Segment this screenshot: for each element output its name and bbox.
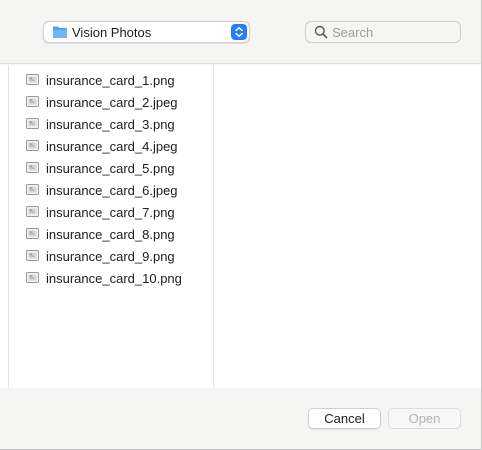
folder-icon — [53, 26, 67, 38]
image-file-icon — [26, 96, 39, 107]
file-name: insurance_card_5.png — [46, 161, 175, 176]
file-list-item[interactable]: insurance_card_5.png — [9, 157, 213, 179]
image-file-icon — [26, 74, 39, 85]
image-file-icon — [26, 228, 39, 239]
image-file-icon — [26, 118, 39, 129]
search-icon — [314, 25, 328, 39]
open-button[interactable]: Open — [388, 408, 461, 429]
search-field[interactable] — [305, 21, 461, 43]
image-file-icon — [26, 250, 39, 261]
dialog-toolbar: Vision Photos — [0, 0, 481, 64]
location-popup-button[interactable]: Vision Photos — [43, 21, 250, 43]
dialog-footer: Cancel Open — [0, 389, 481, 449]
image-file-icon — [26, 206, 39, 217]
chevron-up-down-icon — [231, 24, 247, 40]
file-column[interactable]: insurance_card_1.png insurance_card_2.jpe… — [9, 65, 214, 388]
file-name: insurance_card_1.png — [46, 73, 175, 88]
file-name: insurance_card_3.png — [46, 117, 175, 132]
image-file-icon — [26, 184, 39, 195]
file-name: insurance_card_9.png — [46, 249, 175, 264]
file-browser: insurance_card_1.png insurance_card_2.jpe… — [0, 65, 481, 388]
open-file-dialog: Vision Photos insurance_card_1.pnginsura… — [0, 0, 482, 450]
file-name: insurance_card_7.png — [46, 205, 175, 220]
image-file-icon — [26, 272, 39, 283]
previous-column[interactable] — [0, 65, 9, 388]
image-file-icon — [26, 140, 39, 151]
file-list-item[interactable]: insurance_card_8.png — [9, 223, 213, 245]
image-file-icon — [26, 162, 39, 173]
search-input[interactable] — [332, 24, 456, 40]
file-list-item[interactable]: insurance_card_6.jpeg — [9, 179, 213, 201]
file-list-item[interactable]: insurance_card_3.png — [9, 113, 213, 135]
file-name: insurance_card_6.jpeg — [46, 183, 178, 198]
file-name: insurance_card_4.jpeg — [46, 139, 178, 154]
cancel-button[interactable]: Cancel — [308, 408, 381, 429]
file-list-item[interactable]: insurance_card_4.jpeg — [9, 135, 213, 157]
file-list-item[interactable]: insurance_card_2.jpeg — [9, 91, 213, 113]
preview-column — [214, 65, 481, 388]
file-list-item[interactable]: insurance_card_10.png — [9, 267, 213, 289]
file-list-item[interactable]: insurance_card_1.png — [9, 69, 213, 91]
file-list-item[interactable]: insurance_card_7.png — [9, 201, 213, 223]
file-name: insurance_card_8.png — [46, 227, 175, 242]
file-list: insurance_card_1.png insurance_card_2.jpe… — [9, 69, 213, 289]
file-list-item[interactable]: insurance_card_9.png — [9, 245, 213, 267]
file-name: insurance_card_2.jpeg — [46, 95, 178, 110]
location-label: Vision Photos — [72, 25, 152, 40]
file-name: insurance_card_10.png — [46, 271, 182, 286]
